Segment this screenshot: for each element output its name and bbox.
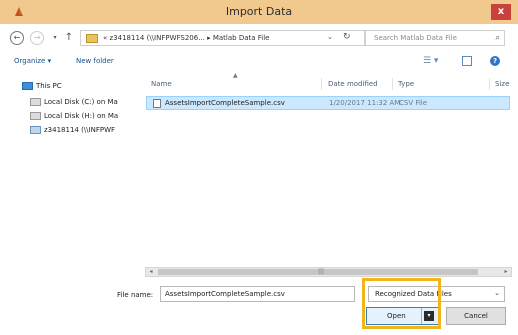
horizontal-scrollbar[interactable]: ◂ ||| ▸: [145, 267, 512, 277]
window-title: Import Data: [225, 5, 293, 18]
up-arrow-icon[interactable]: ↑: [62, 31, 76, 45]
network-drive-icon: [30, 126, 41, 134]
navigation-pane: This PC Local Disk (C:) on Ma Local Disk…: [22, 72, 140, 272]
search-input[interactable]: Search Matlab Data File ⌕: [365, 30, 505, 46]
sidebar-item-local-disk-h[interactable]: Local Disk (H:) on Ma: [30, 112, 148, 124]
column-divider[interactable]: [392, 78, 393, 90]
column-divider[interactable]: [321, 78, 322, 90]
back-button[interactable]: ←: [10, 31, 24, 45]
chevron-down-icon: ⌄: [494, 289, 500, 297]
csv-file-icon: [153, 99, 161, 108]
drive-icon: [30, 98, 41, 106]
highlight-box: [362, 278, 441, 329]
forward-button[interactable]: →: [30, 31, 44, 45]
help-icon[interactable]: ?: [490, 56, 500, 66]
sidebar-item-label: Local Disk (H:) on Ma: [44, 112, 119, 120]
sort-ascending-icon: ▲: [233, 72, 238, 79]
folder-icon: [86, 34, 98, 43]
sidebar-item-this-pc[interactable]: This PC: [22, 82, 140, 94]
title-bar: Import Data x: [0, 0, 518, 24]
address-bar[interactable]: « z3418114 (\\INFPWFS206... ▸ Matlab Dat…: [80, 30, 365, 46]
sidebar-item-network-drive[interactable]: z3418114 (\\INFPWF: [30, 126, 148, 138]
column-header-name[interactable]: Name: [151, 80, 172, 88]
sidebar-item-label: z3418114 (\\INFPWF: [44, 126, 116, 134]
column-header-date-modified[interactable]: Date modified: [328, 80, 378, 88]
organize-button[interactable]: Organize ▾: [14, 57, 51, 65]
import-data-dialog: Import Data x ← → ▾ ↑ « z3418114 (\\INFP…: [0, 0, 518, 335]
file-date-modified: 1/20/2017 11:32 AM: [329, 99, 401, 107]
chevron-down-icon[interactable]: ⌄: [327, 33, 333, 41]
sidebar-item-local-disk-c[interactable]: Local Disk (C:) on Ma: [30, 98, 148, 110]
preview-pane-icon[interactable]: [462, 56, 472, 66]
file-name-input[interactable]: AssetsImportCompleteSample.csv: [160, 286, 355, 302]
command-bar: Organize ▾ New folder ☰ ▾ ?: [0, 52, 518, 72]
sidebar-item-label: This PC: [36, 82, 62, 90]
view-options-icon[interactable]: ☰ ▾: [423, 56, 438, 66]
file-name: AssetsImportCompleteSample.csv: [165, 99, 285, 107]
column-header-type[interactable]: Type: [398, 80, 414, 88]
computer-icon: [22, 82, 33, 90]
cancel-button[interactable]: Cancel: [446, 307, 506, 325]
address-path: « z3418114 (\\INFPWFS206... ▸ Matlab Dat…: [103, 34, 270, 42]
scroll-left-arrow-icon[interactable]: ◂: [146, 268, 156, 276]
column-header-size[interactable]: Size: [495, 80, 509, 88]
file-row[interactable]: AssetsImportCompleteSample.csv 1/20/2017…: [146, 96, 510, 110]
file-list: ▲ Name Date modified Type Size AssetsImp…: [143, 72, 514, 282]
drive-icon: [30, 112, 41, 120]
column-divider[interactable]: [489, 78, 490, 90]
recent-locations-chevron-icon[interactable]: ▾: [48, 31, 62, 45]
scroll-right-arrow-icon[interactable]: ▸: [501, 268, 511, 276]
refresh-icon[interactable]: ↻: [343, 32, 351, 42]
new-folder-button[interactable]: New folder: [76, 57, 114, 65]
search-icon[interactable]: ⌕: [496, 33, 500, 43]
navigation-bar: ← → ▾ ↑ « z3418114 (\\INFPWFS206... ▸ Ma…: [0, 24, 518, 52]
close-button[interactable]: x: [491, 4, 511, 20]
grip-icon: |||: [318, 268, 325, 275]
file-name-value: AssetsImportCompleteSample.csv: [165, 290, 285, 298]
scrollbar-thumb[interactable]: |||: [158, 269, 478, 275]
search-placeholder: Search Matlab Data File: [374, 34, 457, 42]
file-name-label: File name:: [117, 291, 154, 299]
sidebar-item-label: Local Disk (C:) on Ma: [44, 98, 118, 106]
cancel-button-label: Cancel: [464, 312, 488, 320]
file-type: CSV File: [399, 99, 428, 107]
